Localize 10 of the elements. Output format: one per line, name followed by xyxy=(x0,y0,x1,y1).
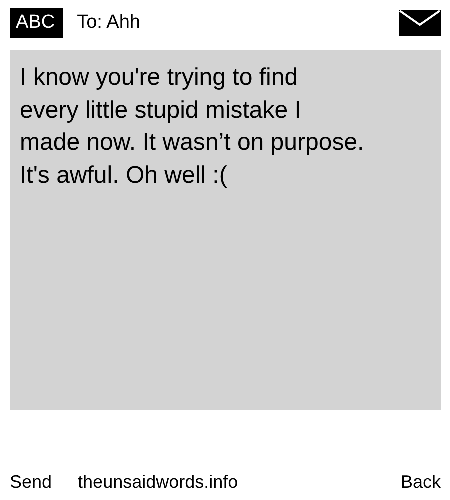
message-text: I know you're trying to find xyxy=(20,63,298,93)
message-text: made now. It wasn’t on purpose. xyxy=(20,128,364,158)
back-softkey[interactable]: Back xyxy=(400,472,441,493)
envelope-icon xyxy=(399,10,441,36)
site-label: theunsaidwords.info xyxy=(78,472,240,493)
message-text: It's awful. Oh well :( xyxy=(20,160,228,190)
input-mode-label: ABC xyxy=(10,8,64,38)
send-softkey[interactable]: Send xyxy=(10,472,52,493)
message-text: every little stupid mistake I xyxy=(20,96,302,126)
recipient-label: To: Ahh xyxy=(77,12,142,34)
